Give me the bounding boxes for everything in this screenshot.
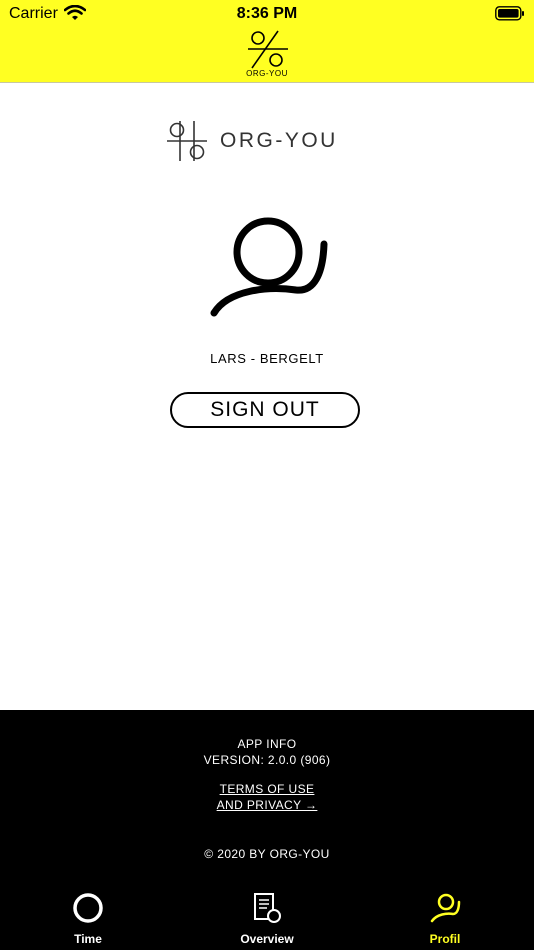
terms-link[interactable]: TERMS OF USE <box>0 782 534 796</box>
circle-icon <box>73 893 103 923</box>
tab-time[interactable]: Time <box>28 884 148 950</box>
tab-time-label: Time <box>74 932 102 946</box>
user-name: LARS - BERGELT <box>210 351 324 366</box>
tab-overview-label: Overview <box>240 932 294 946</box>
copyright-text: © 2020 BY ORG-YOU <box>204 847 330 861</box>
terms-link-line2[interactable]: AND PRIVACY → <box>217 798 318 812</box>
tab-overview[interactable]: Overview <box>207 884 327 950</box>
app-info-title: APP INFO <box>237 737 297 751</box>
document-icon <box>254 893 281 923</box>
profile-icon <box>430 893 461 923</box>
brand-logo: ORG-YOU <box>166 120 346 162</box>
nav-logo-text: ORG-YOU <box>246 69 288 78</box>
tab-profil-label: Profil <box>429 932 461 946</box>
brand-name: ORG-YOU <box>220 129 338 152</box>
tab-profil[interactable]: Profil <box>385 884 505 950</box>
profile-avatar-icon <box>210 217 328 317</box>
tab-bar: Time Overview Profil <box>0 884 534 950</box>
status-time: 8:36 PM <box>236 5 298 22</box>
status-bar: Carrier 8:36 PM <box>0 0 534 28</box>
sign-out-button[interactable]: SIGN OUT <box>170 392 360 428</box>
brand-mark-icon <box>167 121 207 161</box>
privacy-link[interactable]: AND PRIVACY → <box>0 798 534 812</box>
terms-link-line1[interactable]: TERMS OF USE <box>220 782 315 796</box>
version-text: VERSION: 2.0.0 (906) <box>203 753 331 767</box>
org-you-logo-icon <box>248 30 288 69</box>
navigation-bar: ORG-YOU <box>0 28 534 83</box>
battery-icon <box>495 6 524 21</box>
